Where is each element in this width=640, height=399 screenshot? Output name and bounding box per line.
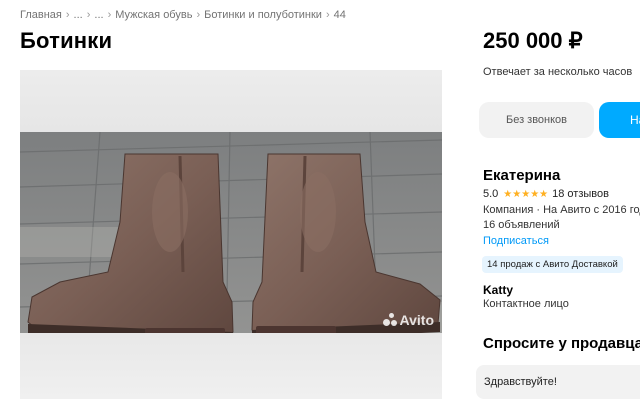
price: 250 000 ₽ [483, 28, 583, 53]
breadcrumb-separator: › [86, 9, 91, 21]
rating-stars-icon: ★★★★★ [503, 188, 549, 200]
rating-value: 5.0 [483, 188, 499, 200]
write-message-button[interactable]: Напи [599, 102, 640, 138]
watermark-text: Avito [399, 312, 434, 328]
page-title: Ботинки [20, 28, 113, 53]
delivery-sales-badge: 14 продаж с Авито Доставкой [482, 256, 623, 273]
breadcrumb-separator: › [196, 9, 201, 21]
breadcrumb-separator: › [325, 9, 330, 21]
seller-rating: 5.0 ★★★★★ 18 отзывов [483, 188, 609, 200]
avito-watermark: Avito [382, 312, 434, 328]
breadcrumb-boots[interactable]: Ботинки и полуботинки [204, 9, 322, 21]
breadcrumb-collapsed[interactable]: ... [74, 9, 83, 21]
photo-gallery[interactable]: Avito [20, 70, 442, 399]
seller-ads-count[interactable]: 16 объявлений [483, 219, 560, 231]
breadcrumb-separator: › [107, 9, 112, 21]
subscribe-link[interactable]: Подписаться [483, 235, 549, 247]
breadcrumb-home[interactable]: Главная [20, 9, 62, 21]
contact-name: Katty [483, 283, 514, 297]
quick-message-chip[interactable]: Здравствуйте! [476, 365, 640, 399]
breadcrumb-collapsed[interactable]: ... [94, 9, 103, 21]
blurred-thumbnail-bottom [20, 333, 442, 399]
reviews-link[interactable]: 18 отзывов [552, 188, 609, 200]
breadcrumb-size[interactable]: 44 [334, 9, 346, 21]
breadcrumb: Главная › ... › ... › Мужская обувь › Бо… [20, 9, 346, 21]
contact-role: Контактное лицо [483, 298, 569, 310]
avito-logo-icon [382, 313, 397, 327]
ask-seller-heading: Спросите у продавца [483, 335, 640, 352]
blurred-thumbnail-top [20, 70, 442, 132]
seller-name[interactable]: Екатерина [483, 167, 560, 184]
response-time: Отвечает за несколько часов [483, 66, 633, 78]
breadcrumb-mens-shoes[interactable]: Мужская обувь [115, 9, 192, 21]
seller-company-info: Компания · На Авито с 2016 года [483, 204, 640, 216]
no-calls-button[interactable]: Без звонков [479, 102, 594, 138]
breadcrumb-separator: › [65, 9, 70, 21]
